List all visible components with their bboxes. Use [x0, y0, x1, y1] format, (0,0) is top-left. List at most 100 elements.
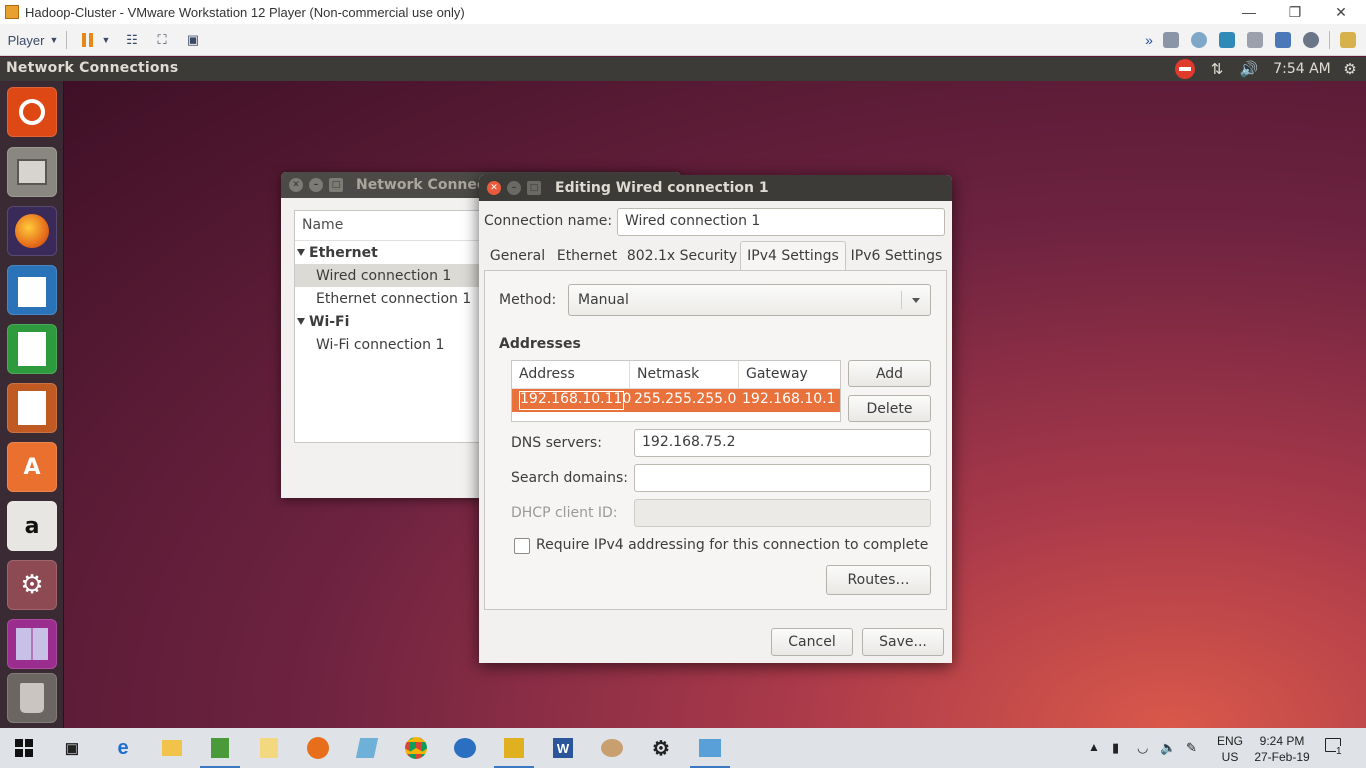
- cancel-button[interactable]: Cancel: [771, 628, 853, 656]
- taskbar-clock[interactable]: 9:24 PM 27-Feb-19: [1252, 733, 1312, 765]
- connection-item-wifi[interactable]: Wi-Fi connection 1: [295, 333, 493, 356]
- maximize-icon[interactable]: □: [329, 178, 343, 192]
- pen-icon[interactable]: ✎: [1186, 740, 1197, 756]
- connection-group-wifi[interactable]: Wi-Fi: [295, 310, 493, 333]
- addresses-heading: Addresses: [499, 336, 581, 352]
- editing-connection-dialog: ✕ – □ Editing Wired connection 1 Connect…: [479, 175, 952, 663]
- vmware-icon[interactable]: [690, 736, 730, 768]
- restore-icon[interactable]: ❐: [1272, 0, 1318, 24]
- minimize-icon[interactable]: –: [507, 181, 521, 195]
- app-icon[interactable]: [355, 736, 379, 760]
- minimize-icon[interactable]: —: [1226, 0, 1272, 24]
- file-explorer-icon[interactable]: [160, 736, 184, 760]
- connection-name-field[interactable]: Wired connection 1: [617, 208, 945, 236]
- outlook-icon[interactable]: [453, 736, 477, 760]
- transfer-arrows-icon[interactable]: ⇅: [1206, 59, 1228, 79]
- sound-icon[interactable]: [1275, 32, 1291, 48]
- close-icon[interactable]: ✕: [289, 178, 303, 192]
- documents-icon[interactable]: [257, 736, 281, 760]
- software-center-icon[interactable]: A: [7, 442, 57, 492]
- addresses-table: Address Netmask Gateway 192.168.10.110 2…: [511, 360, 841, 422]
- delete-address-button[interactable]: Delete: [848, 395, 931, 422]
- netmask-cell[interactable]: 255.255.255.0: [630, 389, 739, 412]
- amazon-icon[interactable]: a: [7, 501, 57, 551]
- input-language[interactable]: ENG US: [1217, 733, 1243, 765]
- dns-servers-label: DNS servers:: [511, 435, 602, 451]
- word-icon[interactable]: W: [551, 736, 575, 760]
- volume-icon[interactable]: 🔈: [1160, 740, 1176, 756]
- dns-servers-field[interactable]: 192.168.75.2: [634, 429, 931, 457]
- windows-start-icon[interactable]: [12, 736, 36, 760]
- system-settings-icon[interactable]: ⚙: [7, 560, 57, 610]
- pause-dropdown-icon[interactable]: ▼: [99, 30, 113, 50]
- add-address-button[interactable]: Add: [848, 360, 931, 387]
- dhcp-client-id-field: [634, 499, 931, 527]
- volume-icon[interactable]: 🔊: [1238, 59, 1260, 79]
- unity-launcher: A a ⚙: [0, 81, 64, 728]
- tab-ipv4-settings[interactable]: IPv4 Settings: [740, 241, 846, 271]
- connection-item-ethernet[interactable]: Ethernet connection 1: [295, 287, 493, 310]
- task-view-icon[interactable]: ▣: [60, 736, 84, 760]
- cd-icon[interactable]: [1191, 32, 1207, 48]
- network-icon[interactable]: [1219, 32, 1235, 48]
- notification-center-icon[interactable]: 1: [1325, 738, 1342, 757]
- fit-guest-icon[interactable]: ⛶: [152, 30, 172, 50]
- minimize-icon[interactable]: –: [309, 178, 323, 192]
- tab-ipv6-settings[interactable]: IPv6 Settings: [848, 242, 945, 270]
- notepad-icon[interactable]: [200, 736, 240, 768]
- firefox-icon[interactable]: [7, 206, 57, 256]
- calc-icon[interactable]: [7, 324, 57, 374]
- save-button[interactable]: Save...: [862, 628, 944, 656]
- edge-icon[interactable]: e: [111, 736, 135, 760]
- settings-icon[interactable]: ⚙: [649, 736, 673, 760]
- workspaces-icon[interactable]: [7, 619, 57, 669]
- close-icon[interactable]: ✕: [1318, 0, 1364, 24]
- method-select[interactable]: Manual: [568, 284, 931, 316]
- usb-icon[interactable]: [1303, 32, 1319, 48]
- table-row[interactable]: 192.168.10.110 255.255.255.0 192.168.10.…: [512, 389, 840, 412]
- column-header-gateway[interactable]: Gateway: [739, 361, 840, 389]
- connection-item-wired[interactable]: Wired connection 1: [295, 264, 493, 287]
- column-header-netmask[interactable]: Netmask: [630, 361, 739, 389]
- hard-disk-icon[interactable]: [1163, 32, 1179, 48]
- require-ipv4-checkbox[interactable]: [514, 538, 530, 554]
- impress-icon[interactable]: [7, 383, 57, 433]
- tab-general[interactable]: General: [484, 242, 551, 270]
- message-log-icon[interactable]: [1340, 32, 1356, 48]
- dialog-titlebar: ✕ – □ Editing Wired connection 1: [479, 175, 952, 201]
- firefox-icon[interactable]: [306, 736, 330, 760]
- expander-icon: [297, 249, 305, 256]
- chevron-up-icon[interactable]: ▲: [1088, 740, 1100, 754]
- routes-button[interactable]: Routes…: [826, 565, 931, 595]
- pause-icon[interactable]: [77, 30, 97, 50]
- chrome-icon[interactable]: [404, 736, 428, 760]
- column-header-address[interactable]: Address: [512, 361, 630, 389]
- trash-icon[interactable]: [7, 673, 57, 723]
- send-ctrl-alt-del-icon[interactable]: ☷: [122, 30, 142, 50]
- gateway-cell[interactable]: 192.168.10.1: [739, 389, 840, 412]
- chevron-down-icon: ▼: [49, 35, 59, 45]
- search-domains-field[interactable]: [634, 464, 931, 492]
- tab-8021x-security[interactable]: 802.1x Security: [624, 242, 740, 270]
- arrow-right-icon[interactable]: »: [1142, 30, 1156, 50]
- wifi-icon[interactable]: ◡: [1137, 740, 1148, 756]
- network-disconnected-icon[interactable]: [1174, 59, 1196, 79]
- dash-icon[interactable]: [7, 87, 57, 137]
- maximize-icon[interactable]: □: [527, 181, 541, 195]
- files-icon[interactable]: [7, 147, 57, 197]
- paint-icon[interactable]: [600, 736, 624, 760]
- printer-icon[interactable]: [1247, 32, 1263, 48]
- connection-group-ethernet[interactable]: Ethernet: [295, 241, 493, 264]
- connection-list-header[interactable]: Name: [295, 211, 493, 241]
- close-icon[interactable]: ✕: [487, 181, 501, 195]
- panel-clock[interactable]: 7:54 AM: [1272, 59, 1332, 79]
- require-ipv4-label[interactable]: Require IPv4 addressing for this connect…: [536, 537, 928, 553]
- app2-icon[interactable]: [494, 736, 534, 768]
- writer-icon[interactable]: [7, 265, 57, 315]
- battery-icon[interactable]: ▮: [1112, 740, 1119, 756]
- player-menu-button[interactable]: Player ▼: [6, 30, 60, 50]
- gear-icon[interactable]: ⚙: [1339, 59, 1361, 79]
- unity-icon[interactable]: ▣: [183, 30, 203, 50]
- tab-ethernet[interactable]: Ethernet: [553, 242, 621, 270]
- address-cell[interactable]: 192.168.10.110: [517, 389, 631, 412]
